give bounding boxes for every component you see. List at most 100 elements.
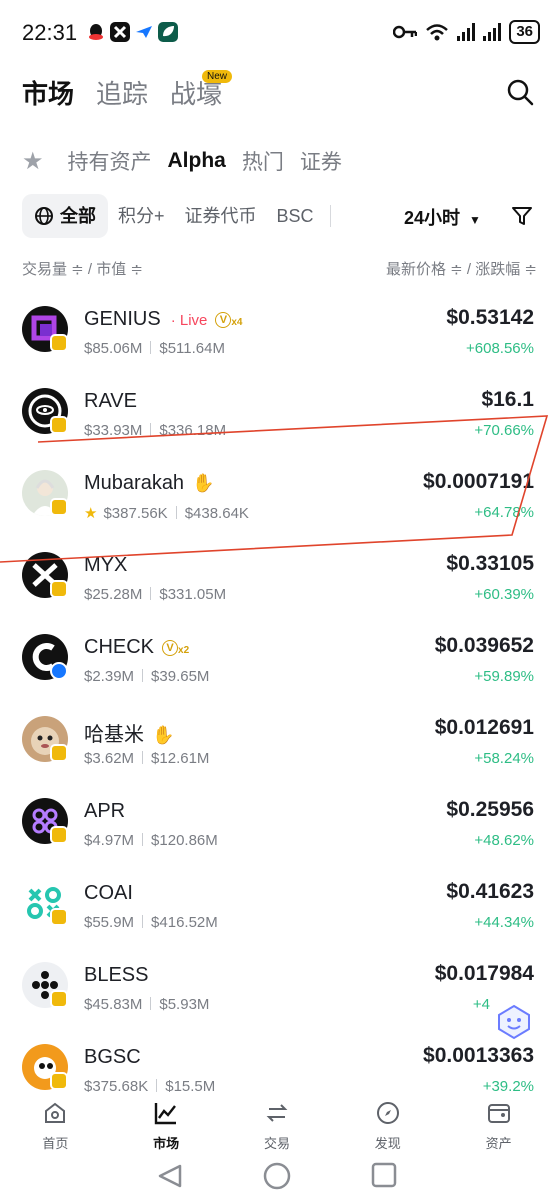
market-cap: $511.64M: [159, 340, 225, 357]
bnb-chain-badge: [50, 1072, 68, 1090]
globe-icon: [35, 207, 53, 225]
change: +70.66%: [474, 422, 534, 439]
change: +64.78%: [474, 504, 534, 521]
tab-alpha[interactable]: Alpha: [168, 149, 226, 173]
bottom-tab-bar: 首页 市场 交易 发现 资产: [0, 1092, 554, 1152]
token-name: GENIUS: [84, 308, 161, 330]
period-dropdown[interactable]: 24小时 ▼: [404, 204, 481, 230]
leaf-icon: [158, 22, 178, 42]
bnb-chain-badge: [50, 908, 68, 926]
bnb-chain-badge: [50, 744, 68, 762]
top-tabs: 市场 追踪 战壕: [22, 74, 222, 110]
bnb-chain-badge: [50, 580, 68, 598]
filter-divider: [329, 205, 331, 227]
price: $0.039652: [434, 634, 534, 657]
favorite-star-icon: ★: [84, 505, 98, 522]
bottom-tab-discover[interactable]: 发现: [343, 1092, 433, 1152]
token-name: COAI: [84, 882, 133, 904]
bottom-tab-home[interactable]: 首页: [10, 1092, 100, 1152]
status-indicators: 36: [393, 20, 540, 44]
bottom-tab-label: 发现: [374, 1136, 401, 1151]
filter-all[interactable]: 全部: [22, 194, 108, 238]
bnb-chain-badge: [50, 334, 68, 352]
filter-bsc[interactable]: BSC: [267, 194, 324, 238]
favorites-star-icon[interactable]: ★: [22, 147, 44, 176]
change: +608.56%: [466, 340, 534, 357]
token-name: Mubarakah: [84, 472, 185, 494]
bottom-tab-market[interactable]: 市场: [121, 1092, 211, 1152]
token-row-bless[interactable]: BLESS $45.83M $5.93M $0.017984 +4: [0, 952, 554, 1034]
exchange-icon: [266, 1104, 288, 1122]
filter-points[interactable]: 积分+: [108, 194, 175, 238]
token-name: MYX: [84, 554, 128, 576]
token-row-hakimi[interactable]: 哈基米 ✋ $3.62M $12.61M $0.012691 +58.24%: [0, 706, 554, 788]
market-cap: $12.61M: [151, 750, 210, 767]
new-badge: New: [202, 70, 233, 83]
bottom-tab-label: 资产: [485, 1136, 512, 1151]
token-row-myx[interactable]: MYX $25.28M $331.05M $0.33105 +60.39%: [0, 542, 554, 624]
back-icon[interactable]: [158, 1164, 182, 1188]
bottom-tab-label: 交易: [263, 1136, 290, 1151]
token-name: BGSC: [84, 1046, 141, 1068]
home-circle-icon[interactable]: [263, 1162, 291, 1190]
change: +58.24%: [474, 750, 534, 767]
price: $16.1: [481, 388, 534, 411]
volume: $4.97M: [84, 832, 135, 849]
volume: $33.93M: [84, 422, 143, 439]
sort-price-change[interactable]: 最新价格 ≑ / 涨跌幅 ≑: [386, 258, 537, 279]
wave-hand-icon: ✋: [192, 473, 215, 493]
search-icon[interactable]: [506, 78, 534, 106]
token-row-rave[interactable]: RAVE $33.93M $336.18M $16.1 +70.66%: [0, 378, 554, 460]
compass-icon: [376, 1102, 399, 1124]
sort-volume-mcap[interactable]: 交易量 ≑ / 市值 ≑: [22, 258, 143, 279]
price: $0.53142: [446, 306, 534, 329]
tab-holdings[interactable]: 持有资产: [68, 146, 152, 176]
volume: $55.9M: [84, 914, 135, 931]
price: $0.33105: [446, 552, 534, 575]
change: +60.39%: [474, 586, 534, 603]
recents-icon[interactable]: [371, 1162, 397, 1188]
volume: $2.39M: [84, 668, 135, 685]
filter-all-label: 全部: [60, 206, 96, 226]
bottom-tab-label: 首页: [42, 1136, 69, 1151]
market-cap: $331.05M: [159, 586, 227, 603]
bnb-chain-badge: [50, 416, 68, 434]
tab-securities[interactable]: 证券: [300, 146, 342, 176]
market-cap: $336.18M: [159, 422, 227, 439]
plane-icon: [134, 22, 154, 42]
change: +48.62%: [474, 832, 534, 849]
column-headers: 交易量 ≑ / 市值 ≑ 最新价格 ≑ / 涨跌幅 ≑: [22, 258, 537, 280]
token-name: CHECK: [84, 636, 155, 658]
token-row-genius[interactable]: GENIUS · Live Vx4 $85.06M $511.64M $0.53142…: [0, 296, 554, 378]
change: +44.34%: [474, 914, 534, 931]
v-multiplier: x4: [231, 317, 243, 328]
volume: $3.62M: [84, 750, 135, 767]
tab-track[interactable]: 追踪: [96, 74, 148, 111]
period-label: 24小时: [404, 208, 461, 228]
volume: $45.83M: [84, 996, 143, 1013]
caret-down-icon: ▼: [469, 213, 481, 227]
token-row-mubarakah[interactable]: Mubarakah ✋ ★ $387.56K $438.64K $0.0007191 …: [0, 460, 554, 542]
filter-securities-token[interactable]: 证券代币: [175, 194, 267, 238]
volume: $25.28M: [84, 586, 143, 603]
filter-funnel-icon[interactable]: [510, 204, 534, 228]
token-name: BLESS: [84, 964, 149, 986]
wave-hand-icon: ✋: [152, 725, 175, 745]
price: $0.41623: [446, 880, 534, 903]
bottom-tab-label: 市场: [153, 1136, 180, 1151]
ai-assistant-icon[interactable]: [496, 1004, 532, 1040]
token-row-coai[interactable]: COAI $55.9M $416.52M $0.41623 +44.34%: [0, 870, 554, 952]
tab-market[interactable]: 市场: [22, 74, 74, 111]
v-multiplier-icon: V: [162, 640, 179, 656]
bottom-tab-trade[interactable]: 交易: [232, 1092, 322, 1152]
bnb-chain-badge: [50, 826, 68, 844]
token-row-check[interactable]: CHECK Vx2 $2.39M $39.65M $0.039652 +59.89%: [0, 624, 554, 706]
signal-icon: [483, 23, 502, 41]
token-name: RAVE: [84, 390, 137, 412]
change: +4: [472, 996, 490, 1013]
base-chain-badge: [50, 662, 68, 680]
bottom-tab-assets[interactable]: 资产: [454, 1092, 544, 1152]
price: $0.25956: [446, 798, 534, 821]
token-row-apr[interactable]: APR $4.97M $120.86M $0.25956 +48.62%: [0, 788, 554, 870]
tab-hot[interactable]: 热门: [242, 146, 284, 176]
